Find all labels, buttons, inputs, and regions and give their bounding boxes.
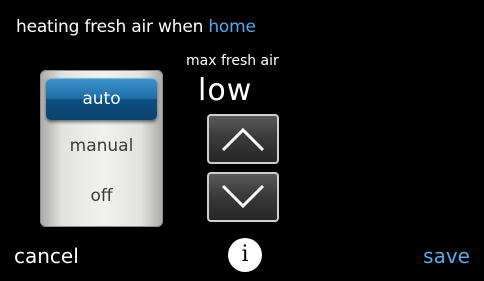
info-icon[interactable]: i [228, 238, 262, 272]
decrease-button[interactable] [207, 172, 279, 222]
chevron-down-icon [221, 184, 265, 209]
title-mode: home [208, 17, 256, 37]
mode-selector: auto manual off [40, 70, 163, 227]
page-title: heating fresh air when home [16, 16, 256, 38]
chevron-up-icon [221, 127, 265, 152]
max-fresh-air-label: max fresh air [186, 53, 279, 69]
cancel-button[interactable]: cancel [14, 244, 79, 268]
title-text: heating fresh air when [16, 17, 209, 37]
mode-option-auto[interactable]: auto [46, 78, 157, 120]
max-fresh-air-value: low [198, 73, 253, 108]
save-button[interactable]: save [423, 244, 470, 268]
mode-option-manual[interactable]: manual [40, 122, 163, 170]
increase-button[interactable] [207, 114, 279, 164]
mode-option-off[interactable]: off [40, 172, 163, 220]
